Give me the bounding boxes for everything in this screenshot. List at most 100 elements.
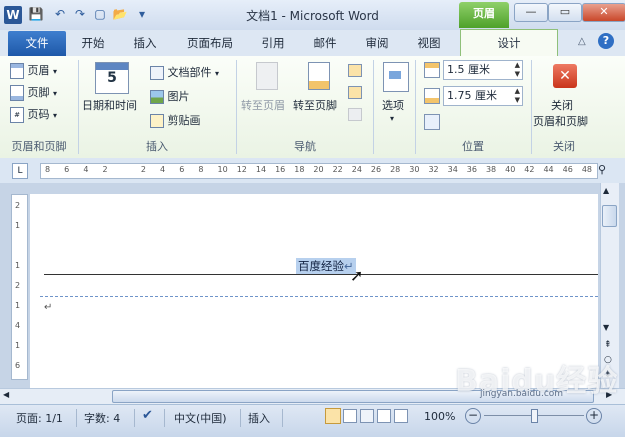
goto-footer-icon xyxy=(308,62,330,90)
zoom-out-icon[interactable]: − xyxy=(465,408,481,424)
tab-review[interactable]: 审阅 xyxy=(360,34,394,52)
picture-icon xyxy=(150,90,164,104)
status-separator xyxy=(134,409,135,427)
ruler-tick-label: 46 xyxy=(562,165,573,174)
ruler-tick-label: 30 xyxy=(409,165,420,174)
tab-selector-icon[interactable]: L xyxy=(12,163,28,179)
picture-label: 图片 xyxy=(167,90,190,103)
page-number-icon: # xyxy=(10,107,24,123)
horizontal-ruler[interactable]: 8 6 4 2 2 4 6 8 10 12 14 16 18 20 22 24 26 28 30 32 34 36 38 40… xyxy=(40,163,598,179)
status-page-count[interactable]: 页面: 1/1 xyxy=(16,410,63,426)
print-layout-view-icon[interactable] xyxy=(325,408,341,424)
insert-alignment-tab-icon[interactable] xyxy=(424,114,440,130)
draft-view-icon[interactable] xyxy=(394,409,408,423)
footer-position-icon xyxy=(424,88,440,104)
collapse-ribbon-icon[interactable]: △ xyxy=(578,36,586,47)
ruler-tick-label: 8 xyxy=(45,165,51,174)
tab-mailings[interactable]: 邮件 xyxy=(308,34,342,52)
previous-section-icon[interactable] xyxy=(348,64,362,77)
spinner-arrows-icon[interactable]: ▲ ▼ xyxy=(512,61,520,79)
ruler-tick-label: 40 xyxy=(505,165,516,174)
close-header-footer-button-line2[interactable]: 页眉和页脚 xyxy=(533,113,588,129)
vertical-ruler-tick-label: 1 xyxy=(15,341,21,350)
document-parts-label: 文档部件 xyxy=(167,66,212,79)
page-number-label: 页码 xyxy=(27,108,50,121)
zoom-level[interactable]: 100% xyxy=(424,410,455,423)
tab-design[interactable]: 设计 xyxy=(460,29,558,58)
link-to-previous-icon[interactable] xyxy=(348,108,362,121)
vertical-ruler[interactable]: 2 1 1 2 1 4 1 6 xyxy=(11,194,28,380)
status-word-count[interactable]: 字数: 4 xyxy=(84,410,120,426)
document-parts-dropdown[interactable]: 文档部件 ▾ xyxy=(150,64,219,80)
status-separator xyxy=(240,409,241,427)
tab-home[interactable]: 开始 xyxy=(76,34,110,52)
ruler-tick-label: 2 xyxy=(140,165,146,174)
status-separator xyxy=(282,409,283,427)
spinner-arrows-icon[interactable]: ▲ ▼ xyxy=(512,87,520,105)
proofing-check-icon[interactable]: ✔ xyxy=(142,408,153,423)
body-paragraph-mark: ↵ xyxy=(44,302,53,313)
next-section-icon[interactable] xyxy=(348,86,362,99)
ruler-tick-label: 6 xyxy=(64,165,70,174)
ruler-tick-label: 32 xyxy=(428,165,439,174)
ruler-tick-label: 20 xyxy=(313,165,324,174)
footer-position-spinner[interactable]: 1.75 厘米 ▲ ▼ xyxy=(443,86,523,106)
header-label: 页眉 xyxy=(27,64,50,77)
header-position-spinner[interactable]: 1.5 厘米 ▲ ▼ xyxy=(443,60,523,80)
vertical-scroll-thumb[interactable] xyxy=(602,205,617,227)
tab-view[interactable]: 视图 xyxy=(412,34,446,52)
ruler-tick-label: 24 xyxy=(351,165,362,174)
ruler-tick-label: 26 xyxy=(370,165,382,174)
goto-footer-button[interactable]: 转至页脚 xyxy=(293,97,337,113)
minimize-button[interactable]: — xyxy=(514,3,548,22)
ruler-tick-label: 18 xyxy=(294,165,305,174)
group-label-header-footer: 页眉和页脚 xyxy=(11,140,67,153)
group-label-navigation: 导航 xyxy=(294,140,316,153)
header-text[interactable]: 百度经验↵ xyxy=(296,258,356,274)
tab-page-layout[interactable]: 页面布局 xyxy=(180,34,240,52)
previous-page-icon[interactable]: ⇞ xyxy=(604,340,612,350)
goto-header-button[interactable]: 转至页眉 xyxy=(241,97,285,113)
header-dropdown[interactable]: 页眉 ▾ xyxy=(10,62,57,79)
status-language[interactable]: 中文(中国) xyxy=(174,410,227,426)
maximize-button[interactable]: ▭ xyxy=(548,3,582,22)
date-time-button[interactable]: 日期和时间 xyxy=(82,97,137,113)
calendar-clock-icon: 5 xyxy=(95,62,129,94)
goto-header-icon xyxy=(256,62,278,90)
header-text-content: 百度经验 xyxy=(298,259,344,273)
vertical-ruler-tick-label: 2 xyxy=(15,201,21,210)
group-separator xyxy=(78,60,79,154)
close-window-button[interactable]: ✕ xyxy=(582,3,625,22)
scroll-left-arrow-icon[interactable]: ◀ xyxy=(3,390,9,399)
ruler-tick-label: 48 xyxy=(581,165,592,174)
tab-file[interactable]: 文件 xyxy=(8,31,66,56)
mouse-cursor-icon: ➚ xyxy=(350,266,364,285)
clip-art-button[interactable]: 剪贴画 xyxy=(150,112,201,128)
picture-button[interactable]: 图片 xyxy=(150,88,190,104)
tab-insert[interactable]: 插入 xyxy=(128,34,162,52)
scroll-up-arrow-icon[interactable]: ▲ xyxy=(603,186,609,195)
group-label-insert: 插入 xyxy=(146,140,168,153)
scroll-down-arrow-icon[interactable]: ▼ xyxy=(603,323,609,332)
group-separator xyxy=(236,60,237,154)
tab-references[interactable]: 引用 xyxy=(256,34,290,52)
zoom-in-icon[interactable]: + xyxy=(586,408,602,424)
close-header-footer-button[interactable]: 关闭 xyxy=(551,97,573,113)
zoom-slider-thumb[interactable] xyxy=(531,409,538,423)
ruler-tick-label: 12 xyxy=(236,165,247,174)
view-ruler-icon[interactable]: ⚲ xyxy=(598,163,614,179)
page-number-dropdown[interactable]: # 页码 ▾ xyxy=(10,106,57,123)
vertical-ruler-tick-label: 2 xyxy=(15,281,21,290)
options-dropdown[interactable]: 选项 xyxy=(382,97,404,113)
header-position-icon xyxy=(424,62,440,78)
full-screen-reading-icon[interactable] xyxy=(343,409,357,423)
group-separator xyxy=(531,60,532,154)
outline-view-icon[interactable] xyxy=(377,409,391,423)
web-layout-icon[interactable] xyxy=(360,409,374,423)
group-label-position: 位置 xyxy=(462,140,484,153)
header-position-value: 1.5 厘米 xyxy=(447,63,490,76)
status-insert-mode[interactable]: 插入 xyxy=(248,410,270,426)
help-icon[interactable]: ? xyxy=(598,33,614,49)
footer-dropdown[interactable]: 页脚 ▾ xyxy=(10,84,57,101)
ruler-tick-label: 34 xyxy=(447,165,458,174)
